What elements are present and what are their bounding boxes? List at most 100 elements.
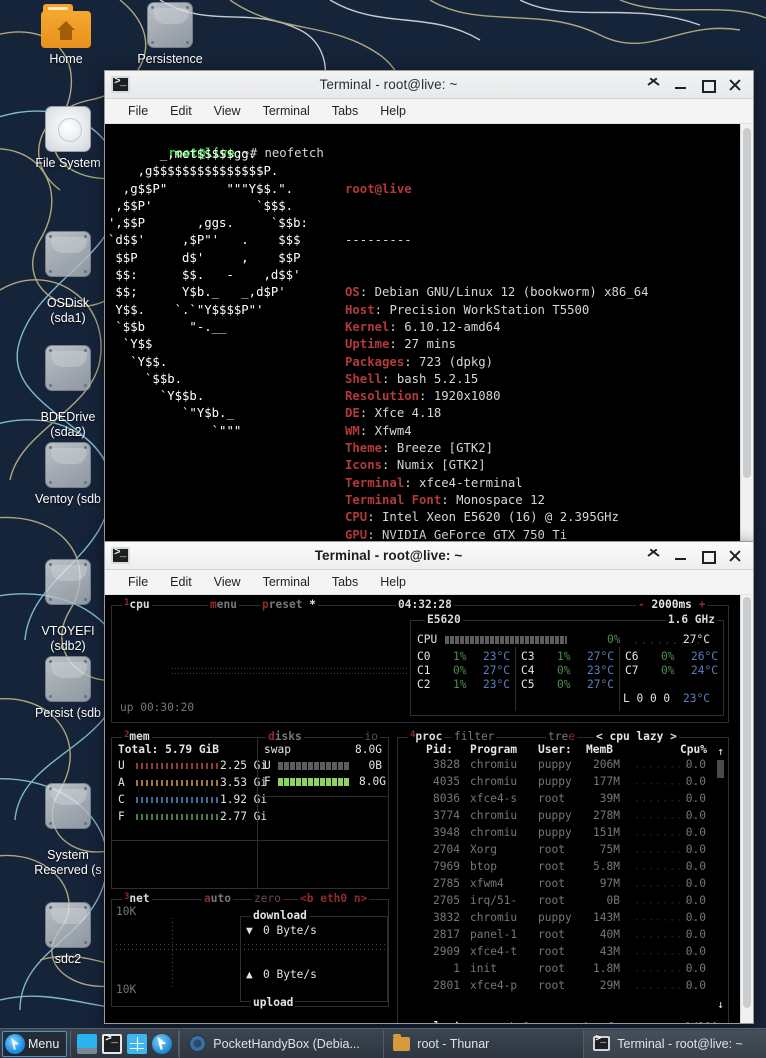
net-interface-selector[interactable]: <b eth0 n> [298,893,370,904]
calculator-icon[interactable] [127,1033,148,1054]
terminal-window-neofetch[interactable]: Terminal - root@live: ~ File Edit View T… [104,70,754,542]
menu-file[interactable]: File [117,102,159,120]
start-menu-button[interactable]: Menu [2,1030,68,1057]
terminal-scrollbar[interactable] [740,595,753,1023]
cpu-frequency: 1.6 GHz [665,613,717,626]
shade-button[interactable] [647,549,660,562]
taskbar-item-pockethandybox[interactable]: PocketHandyBox (Debia... [179,1029,383,1058]
disks-box-label[interactable]: disks [266,731,304,743]
menu-help[interactable]: Help [369,102,417,120]
proc-column-header[interactable]: User: [538,744,572,755]
desktop-icon-label: Persist (sdb [35,706,101,720]
btop-net-box[interactable]: 3net auto zero <b eth0 n> 10K 10K downlo… [111,893,389,1009]
neofetch-info-value: 27 mins [404,337,457,352]
terminal-content[interactable]: root@live:~# neofetch _,met$$$$$gg. ,g$$… [105,124,753,541]
proc-filter-label[interactable]: filter [452,731,497,742]
maximize-button[interactable] [701,78,716,93]
terminal-scrollbar[interactable] [740,124,753,541]
net-box-label[interactable]: 3net [122,893,152,905]
proc-scroll-down-icon[interactable]: ↓ [717,999,724,1010]
proc-box-label[interactable]: 4proc [408,731,445,743]
btop-disks-box[interactable]: disks io swap 8.0G U 0B F 8.0G [257,731,389,889]
proc-footer-select[interactable]: ↑ select ↓ [406,1021,475,1023]
menu-view[interactable]: View [203,573,252,591]
close-button[interactable] [728,549,741,562]
cpu-core-name: C3 [521,650,535,663]
menu-file[interactable]: File [117,573,159,591]
neofetch-info-value: Monospace 12 [456,492,545,507]
menu-tabs[interactable]: Tabs [321,573,369,591]
quick-launch[interactable] [70,1030,180,1057]
menu-edit[interactable]: Edit [159,102,203,120]
disks-io-label[interactable]: io [362,731,380,742]
proc-column-header[interactable]: Cpu% [680,744,707,755]
menu-terminal[interactable]: Terminal [252,102,321,120]
titlebar[interactable]: Terminal - root@live: ~ [105,542,753,570]
menu-tabs[interactable]: Tabs [321,102,369,120]
proc-scrollbar-thumb[interactable] [717,760,724,778]
titlebar[interactable]: Terminal - root@live: ~ [105,71,753,99]
terminal-content[interactable]: 1cpu menu preset * 04:32:28 - 2000ms + u… [105,595,753,1023]
display-icon[interactable] [77,1033,98,1054]
proc-user: root [538,962,565,975]
proc-mem: 5.8M [593,860,620,873]
btop-ui[interactable]: 1cpu menu preset * 04:32:28 - 2000ms + u… [105,595,740,1023]
terminal-window-btop[interactable]: Terminal - root@live: ~ File Edit View T… [104,541,754,1024]
cpu-menu-label[interactable]: menu [208,599,239,611]
menu-view[interactable]: View [203,102,252,120]
minimize-button[interactable] [674,78,687,91]
proc-sort-selector[interactable]: < cpu lazy > [594,731,679,742]
taskbar-item-thunar[interactable]: root - Thunar [383,1029,583,1058]
proc-pid: 3832 [433,911,460,924]
proc-program: chromiu [470,809,518,822]
net-zero-label[interactable]: zero [252,893,283,904]
maximize-button[interactable] [701,549,716,564]
terminal-icon [111,76,130,93]
neofetch-info-row: OS: Debian GNU/Linux 12 (bookworm) x86_6… [345,284,649,301]
proc-mem: 143M [593,911,620,924]
btop-proc-box[interactable]: 4proc filter tree < cpu lazy > Pid: Progr… [397,731,729,1023]
proc-column-header[interactable]: MemB [586,744,613,755]
proc-footer-signals[interactable]: ↵ signals [560,1022,625,1023]
desktop-icon-persistence[interactable]: Persistence [118,2,222,67]
menu-help[interactable]: Help [369,573,417,591]
net-auto-label[interactable]: auto [202,893,233,905]
proc-cpu: 0.0 [685,809,706,822]
proc-column-header[interactable]: Program [470,744,517,755]
proc-user: root [538,860,565,873]
cpu-core-temp: 23°C [483,650,510,663]
minimize-button[interactable] [674,549,687,562]
btop-cpu-box[interactable]: 1cpu menu preset * 04:32:28 - 2000ms + u… [111,599,729,723]
cpu-load-temp: 23°C [683,692,710,705]
shade-button[interactable] [647,78,660,91]
menu-terminal[interactable]: Terminal [252,573,321,591]
close-button[interactable] [728,78,741,91]
proc-user: puppy [538,758,572,771]
browser-icon[interactable] [152,1033,173,1054]
cpu-preset-label[interactable]: preset * [260,599,318,611]
proc-program: Xorg [470,843,497,856]
cpu-core-name: C7 [625,664,639,677]
net-upload-label: upload [251,995,296,1009]
cpu-box-label[interactable]: 1cpu [122,599,152,611]
cpu-interval-controls[interactable]: - 2000ms + [636,599,708,611]
proc-footer-info[interactable]: info [506,1022,537,1023]
menubar[interactable]: File Edit View Terminal Tabs Help [105,99,753,124]
proc-user: root [538,979,565,992]
neofetch-info-value: bash 5.2.15 [396,371,479,386]
scrollbar-thumb[interactable] [743,128,751,479]
taskbar-item-terminal[interactable]: Terminal - root@live: ~ [583,1029,766,1058]
mem-box-label[interactable]: 2mem [122,731,152,743]
scrollbar-thumb[interactable] [743,597,751,1008]
desktop-icon-home[interactable]: Home [14,4,118,67]
taskbar[interactable]: Menu PocketHandyBox (Debia... root - Thu… [0,1028,766,1058]
proc-tree-label[interactable]: tree [546,731,577,742]
proc-column-header[interactable]: Pid: [426,744,453,755]
neofetch-info-row: DE: Xfce 4.18 [345,405,649,422]
proc-pid: 2817 [433,928,460,941]
proc-user: puppy [538,826,572,839]
menu-edit[interactable]: Edit [159,573,203,591]
terminal-icon[interactable] [102,1033,123,1054]
proc-scroll-up-icon[interactable]: ↑ [717,746,724,757]
menubar[interactable]: File Edit View Terminal Tabs Help [105,570,753,595]
